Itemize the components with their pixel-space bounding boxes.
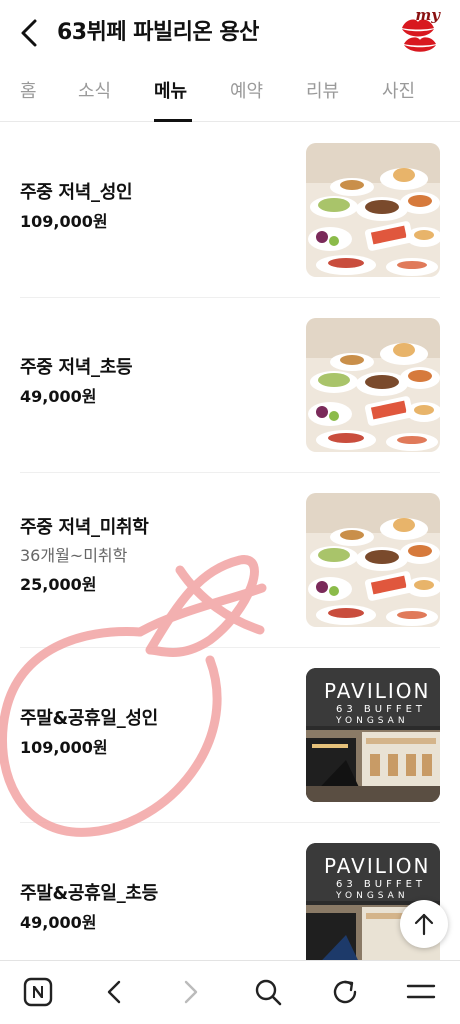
refresh-icon xyxy=(333,980,357,1004)
signage-pavilion: PAVILION xyxy=(324,679,431,703)
menu-item-text: 주중 저녁_초등 49,000원 xyxy=(20,355,290,409)
signage-buffet: 63 BUFFET xyxy=(336,879,426,890)
menu-item-name: 주말&공휴일_초등 xyxy=(20,883,158,904)
chevron-left-icon xyxy=(21,19,37,47)
browser-bottom-bar xyxy=(0,960,460,1024)
menu-item[interactable]: 주중 저녁_미취학 36개월~미취학 25,000원 xyxy=(20,473,440,648)
menu-item[interactable]: 주중 저녁_성인 109,000원 xyxy=(20,123,440,298)
menu-item-price: 49,000원 xyxy=(20,387,97,406)
menu-item-name: 주중 저녁_미취학 xyxy=(20,517,149,538)
menu-item[interactable]: 주말&공휴일_성인 109,000원 PAVILION 63 BUFFET YO… xyxy=(20,648,440,823)
tab-reservation[interactable]: 예약 xyxy=(230,78,263,106)
arrow-up-icon xyxy=(414,913,434,936)
top-bar: 63뷔페 파빌리온 용산 my xyxy=(0,0,460,66)
search-button[interactable] xyxy=(251,975,285,1009)
my-profile-button[interactable]: my xyxy=(396,6,448,60)
menu-item-text: 주말&공휴일_초등 49,000원 xyxy=(20,881,290,935)
menu-icon xyxy=(406,984,436,999)
menu-item-price: 109,000원 xyxy=(20,738,108,757)
menu-item-image xyxy=(306,493,440,627)
naver-home-button[interactable] xyxy=(21,975,55,1009)
signage-yongsan: YONGSAN xyxy=(335,891,409,901)
tab-reviews[interactable]: 리뷰 xyxy=(306,78,339,106)
menu-item-text: 주말&공휴일_성인 109,000원 xyxy=(20,706,290,760)
search-icon xyxy=(255,979,282,1006)
browser-back-button[interactable] xyxy=(97,975,131,1009)
my-badge-text: my xyxy=(415,6,440,24)
signage-buffet: 63 BUFFET xyxy=(336,704,426,715)
tab-menu[interactable]: 메뉴 xyxy=(154,78,187,106)
menu-item-image: PAVILION 63 BUFFET YONGSAN xyxy=(306,668,440,802)
refresh-button[interactable] xyxy=(328,975,362,1009)
browser-forward-button[interactable] xyxy=(174,975,208,1009)
menu-item-name: 주중 저녁_성인 xyxy=(20,182,133,203)
menu-item-price: 49,000원 xyxy=(20,913,97,932)
menu-item-text: 주중 저녁_성인 109,000원 xyxy=(20,180,290,234)
menu-item-description: 36개월~미취학 xyxy=(20,546,128,565)
naver-home-icon xyxy=(23,977,53,1007)
tab-photos[interactable]: 사진 xyxy=(382,78,415,106)
menu-button[interactable] xyxy=(404,975,438,1009)
signage-yongsan: YONGSAN xyxy=(335,716,409,726)
menu-item-image xyxy=(306,318,440,452)
back-button[interactable] xyxy=(14,16,44,50)
menu-item-image xyxy=(306,143,440,277)
tab-bar: 홈 소식 메뉴 예약 리뷰 사진 xyxy=(0,66,460,122)
menu-item-price: 109,000원 xyxy=(20,212,108,231)
back-arrow-icon xyxy=(107,980,121,1004)
tab-home[interactable]: 홈 xyxy=(20,78,37,106)
page-title: 63뷔페 파빌리온 용산 xyxy=(57,20,259,45)
menu-item[interactable]: 주중 저녁_초등 49,000원 xyxy=(20,298,440,473)
menu-item-price: 25,000원 xyxy=(20,575,97,594)
signage-pavilion: PAVILION xyxy=(324,854,431,878)
tab-news[interactable]: 소식 xyxy=(78,78,111,106)
scroll-to-top-button[interactable] xyxy=(400,900,448,948)
menu-item-text: 주중 저녁_미취학 36개월~미취학 25,000원 xyxy=(20,515,290,597)
menu-item-name: 주말&공휴일_성인 xyxy=(20,708,158,729)
menu-item-name: 주중 저녁_초등 xyxy=(20,357,133,378)
active-tab-indicator xyxy=(154,119,192,122)
forward-arrow-icon xyxy=(184,980,198,1004)
